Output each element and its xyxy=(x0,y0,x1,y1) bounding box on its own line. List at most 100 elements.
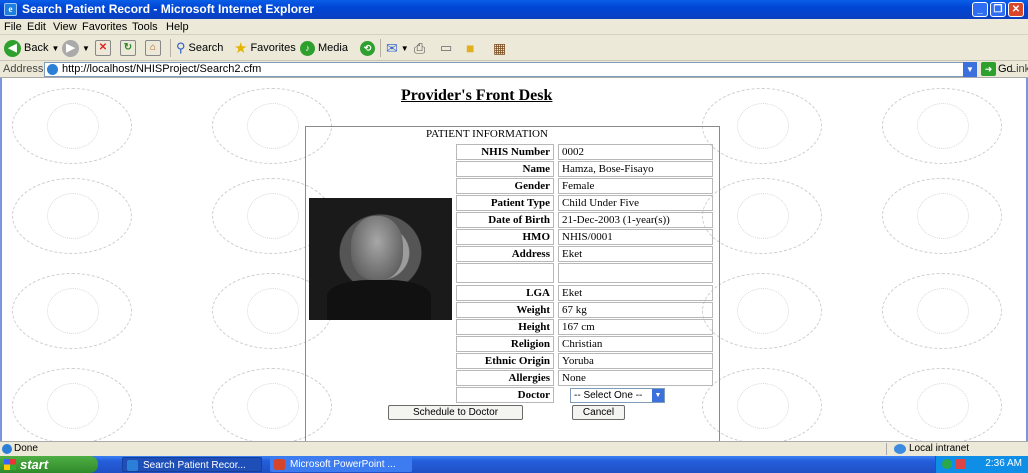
star-icon: ★ xyxy=(234,40,248,57)
field-label: Patient Type xyxy=(456,195,554,211)
search-label: Search xyxy=(188,42,224,54)
go-button[interactable]: ➜ Go xyxy=(981,62,1013,76)
dropdown-arrow-icon: ▼ xyxy=(82,43,90,53)
system-tray: 2:36 AM xyxy=(935,456,1028,473)
task-label: Microsoft PowerPoint ... xyxy=(290,459,396,470)
field-label: Allergies xyxy=(456,370,554,386)
back-button[interactable]: ◀ Back ▼ xyxy=(4,39,59,57)
field-value: 167 cm xyxy=(558,319,713,335)
stop-icon: ✕ xyxy=(95,40,111,56)
refresh-icon: ↻ xyxy=(120,40,136,56)
mail-button[interactable]: ✉ ▼ xyxy=(386,39,409,57)
page-content: Provider's Front Desk PATIENT INFORMATIO… xyxy=(0,78,1028,441)
address-dropdown-button[interactable]: ▼ xyxy=(963,62,977,77)
research-icon: ▦ xyxy=(493,39,507,56)
field-row-lga: LGA Eket xyxy=(456,285,720,301)
field-row-address: Address Eket xyxy=(456,246,720,262)
search-icon: ⚲ xyxy=(176,40,186,55)
intranet-icon xyxy=(894,443,906,454)
seal-watermark xyxy=(12,88,132,164)
schedule-to-doctor-button[interactable]: Schedule to Doctor xyxy=(388,405,523,420)
field-value xyxy=(558,263,713,283)
favorites-label: Favorites xyxy=(250,42,296,54)
field-label: Height xyxy=(456,319,554,335)
network-icon[interactable] xyxy=(942,459,952,469)
go-arrow-icon: ➜ xyxy=(981,62,996,76)
seal-watermark xyxy=(702,273,822,349)
field-label: Address xyxy=(456,246,554,262)
edit-button[interactable]: ▭ xyxy=(440,39,452,57)
edit-icon: ▭ xyxy=(440,40,453,55)
start-button[interactable]: start xyxy=(0,456,98,473)
seal-watermark xyxy=(12,368,132,441)
home-button[interactable]: ⌂ xyxy=(145,39,161,57)
menu-favorites[interactable]: Favorites xyxy=(82,21,127,33)
patient-info-panel: PATIENT INFORMATION NHIS Number 0002 Nam… xyxy=(305,126,720,441)
chevron-down-icon: ▼ xyxy=(652,389,664,402)
menu-edit[interactable]: Edit xyxy=(27,21,46,33)
field-row-hmo: HMO NHIS/0001 xyxy=(456,229,720,245)
zone-label: Local intranet xyxy=(909,443,970,454)
task-label: Search Patient Recor... xyxy=(143,460,246,471)
links-button[interactable]: Links xyxy=(1010,63,1028,75)
dropdown-arrow-icon: ▼ xyxy=(51,43,60,53)
field-value: Yoruba xyxy=(558,353,713,369)
print-button[interactable]: ⎙ xyxy=(414,39,425,57)
close-button[interactable]: ✕ xyxy=(1008,2,1024,17)
field-value: Child Under Five xyxy=(558,195,713,211)
favorites-button[interactable]: ★ Favorites xyxy=(234,39,296,57)
page-icon xyxy=(47,64,58,75)
tray-app-icon[interactable] xyxy=(956,459,966,469)
history-button[interactable]: ⟲ xyxy=(360,39,375,57)
discuss-button[interactable]: ■ xyxy=(466,39,474,57)
seal-watermark xyxy=(12,273,132,349)
field-value: Eket xyxy=(558,246,713,262)
title-bar: e Search Patient Record - Microsoft Inte… xyxy=(0,0,1028,19)
field-row-height: Height 167 cm xyxy=(456,319,720,335)
field-value: NHIS/0001 xyxy=(558,229,713,245)
menu-help[interactable]: Help xyxy=(166,21,189,33)
doctor-label: Doctor xyxy=(456,387,554,403)
field-label: Religion xyxy=(456,336,554,352)
menu-file[interactable]: File xyxy=(4,21,22,33)
menu-tools[interactable]: Tools xyxy=(132,21,158,33)
field-row-ethnic-origin: Ethnic Origin Yoruba xyxy=(456,353,720,369)
stop-button[interactable]: ✕ xyxy=(95,39,111,57)
home-icon: ⌂ xyxy=(145,40,161,56)
field-value: 67 kg xyxy=(558,302,713,318)
powerpoint-icon xyxy=(274,459,285,470)
address-url: http://localhost/NHISProject/Search2.cfm xyxy=(62,63,262,75)
seal-watermark xyxy=(12,178,132,254)
history-icon: ⟲ xyxy=(360,40,375,56)
ie-icon xyxy=(127,460,138,471)
cancel-button[interactable]: Cancel xyxy=(572,405,625,420)
field-value: None xyxy=(558,370,713,386)
field-row-weight: Weight 67 kg xyxy=(456,302,720,318)
status-bar: Done Local intranet xyxy=(0,441,1028,456)
refresh-button[interactable]: ↻ xyxy=(120,39,136,57)
security-zone: Local intranet xyxy=(894,443,969,454)
forward-button[interactable]: ▶ ▼ xyxy=(62,39,90,57)
seal-watermark xyxy=(882,178,1002,254)
doctor-select[interactable]: -- Select One -- ▼ xyxy=(570,388,665,403)
field-label: Weight xyxy=(456,302,554,318)
menu-view[interactable]: View xyxy=(53,21,77,33)
taskbar-item-ie[interactable]: Search Patient Recor... xyxy=(122,457,262,472)
field-value: Eket xyxy=(558,285,713,301)
page-title: Provider's Front Desk xyxy=(401,87,553,104)
field-row-date-of-birth: Date of Birth 21-Dec-2003 (1-year(s)) xyxy=(456,212,720,228)
maximize-button[interactable]: ❐ xyxy=(990,2,1006,17)
start-label: start xyxy=(20,457,49,472)
field-row-blank xyxy=(456,263,720,283)
media-label: Media xyxy=(318,42,348,54)
field-label: Date of Birth xyxy=(456,212,554,228)
status-divider xyxy=(886,443,887,455)
back-arrow-icon: ◀ xyxy=(4,39,21,57)
seal-watermark xyxy=(702,88,822,164)
taskbar-item-powerpoint[interactable]: Microsoft PowerPoint ... xyxy=(270,457,412,472)
research-button[interactable]: ▦ xyxy=(493,39,506,57)
minimize-button[interactable]: _ xyxy=(972,2,988,17)
search-button[interactable]: ⚲ Search xyxy=(176,39,223,57)
address-input[interactable]: http://localhost/NHISProject/Search2.cfm xyxy=(44,62,964,77)
media-button[interactable]: ♪ Media xyxy=(300,39,348,57)
